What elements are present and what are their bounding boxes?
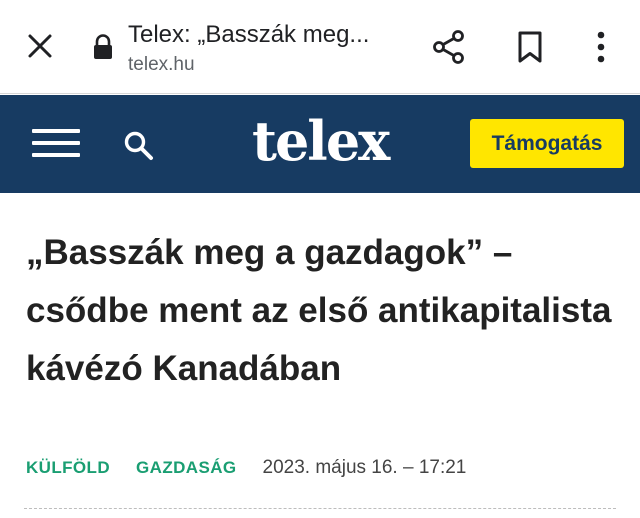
browser-toolbar: Telex: „Basszák meg... telex.hu — [0, 0, 640, 94]
tag-gazdasag[interactable]: GAZDASÁG — [136, 458, 236, 478]
page-url[interactable]: telex.hu — [128, 53, 195, 77]
hamburger-icon — [32, 129, 80, 133]
article-date: 2023. május 16. – 17:21 — [262, 457, 467, 478]
hamburger-menu-button[interactable] — [32, 129, 84, 161]
more-vert-icon — [597, 31, 605, 63]
article-headline: „Basszák meg a gazdagok” – csődbe ment a… — [26, 233, 612, 388]
article-meta: KÜLFÖLD GAZDASÁG 2023. május 16. – 17:21 — [26, 455, 466, 481]
share-icon — [433, 30, 464, 64]
bookmark-icon — [518, 31, 542, 63]
search-button[interactable] — [122, 129, 156, 163]
lock-icon — [94, 34, 112, 59]
more-options-button[interactable] — [583, 26, 619, 68]
page-title[interactable]: Telex: „Basszák meg... — [128, 20, 398, 50]
support-button[interactable]: Támogatás — [470, 119, 624, 168]
close-icon — [28, 34, 52, 58]
divider — [24, 508, 616, 509]
close-tab-button[interactable] — [22, 28, 58, 64]
bookmark-button[interactable] — [510, 26, 550, 68]
site-logo[interactable]: telex — [252, 111, 398, 171]
site-header: telex Támogatás — [0, 95, 640, 193]
search-icon — [124, 131, 153, 160]
tag-kulfold[interactable]: KÜLFÖLD — [26, 458, 110, 478]
share-button[interactable] — [428, 26, 470, 68]
